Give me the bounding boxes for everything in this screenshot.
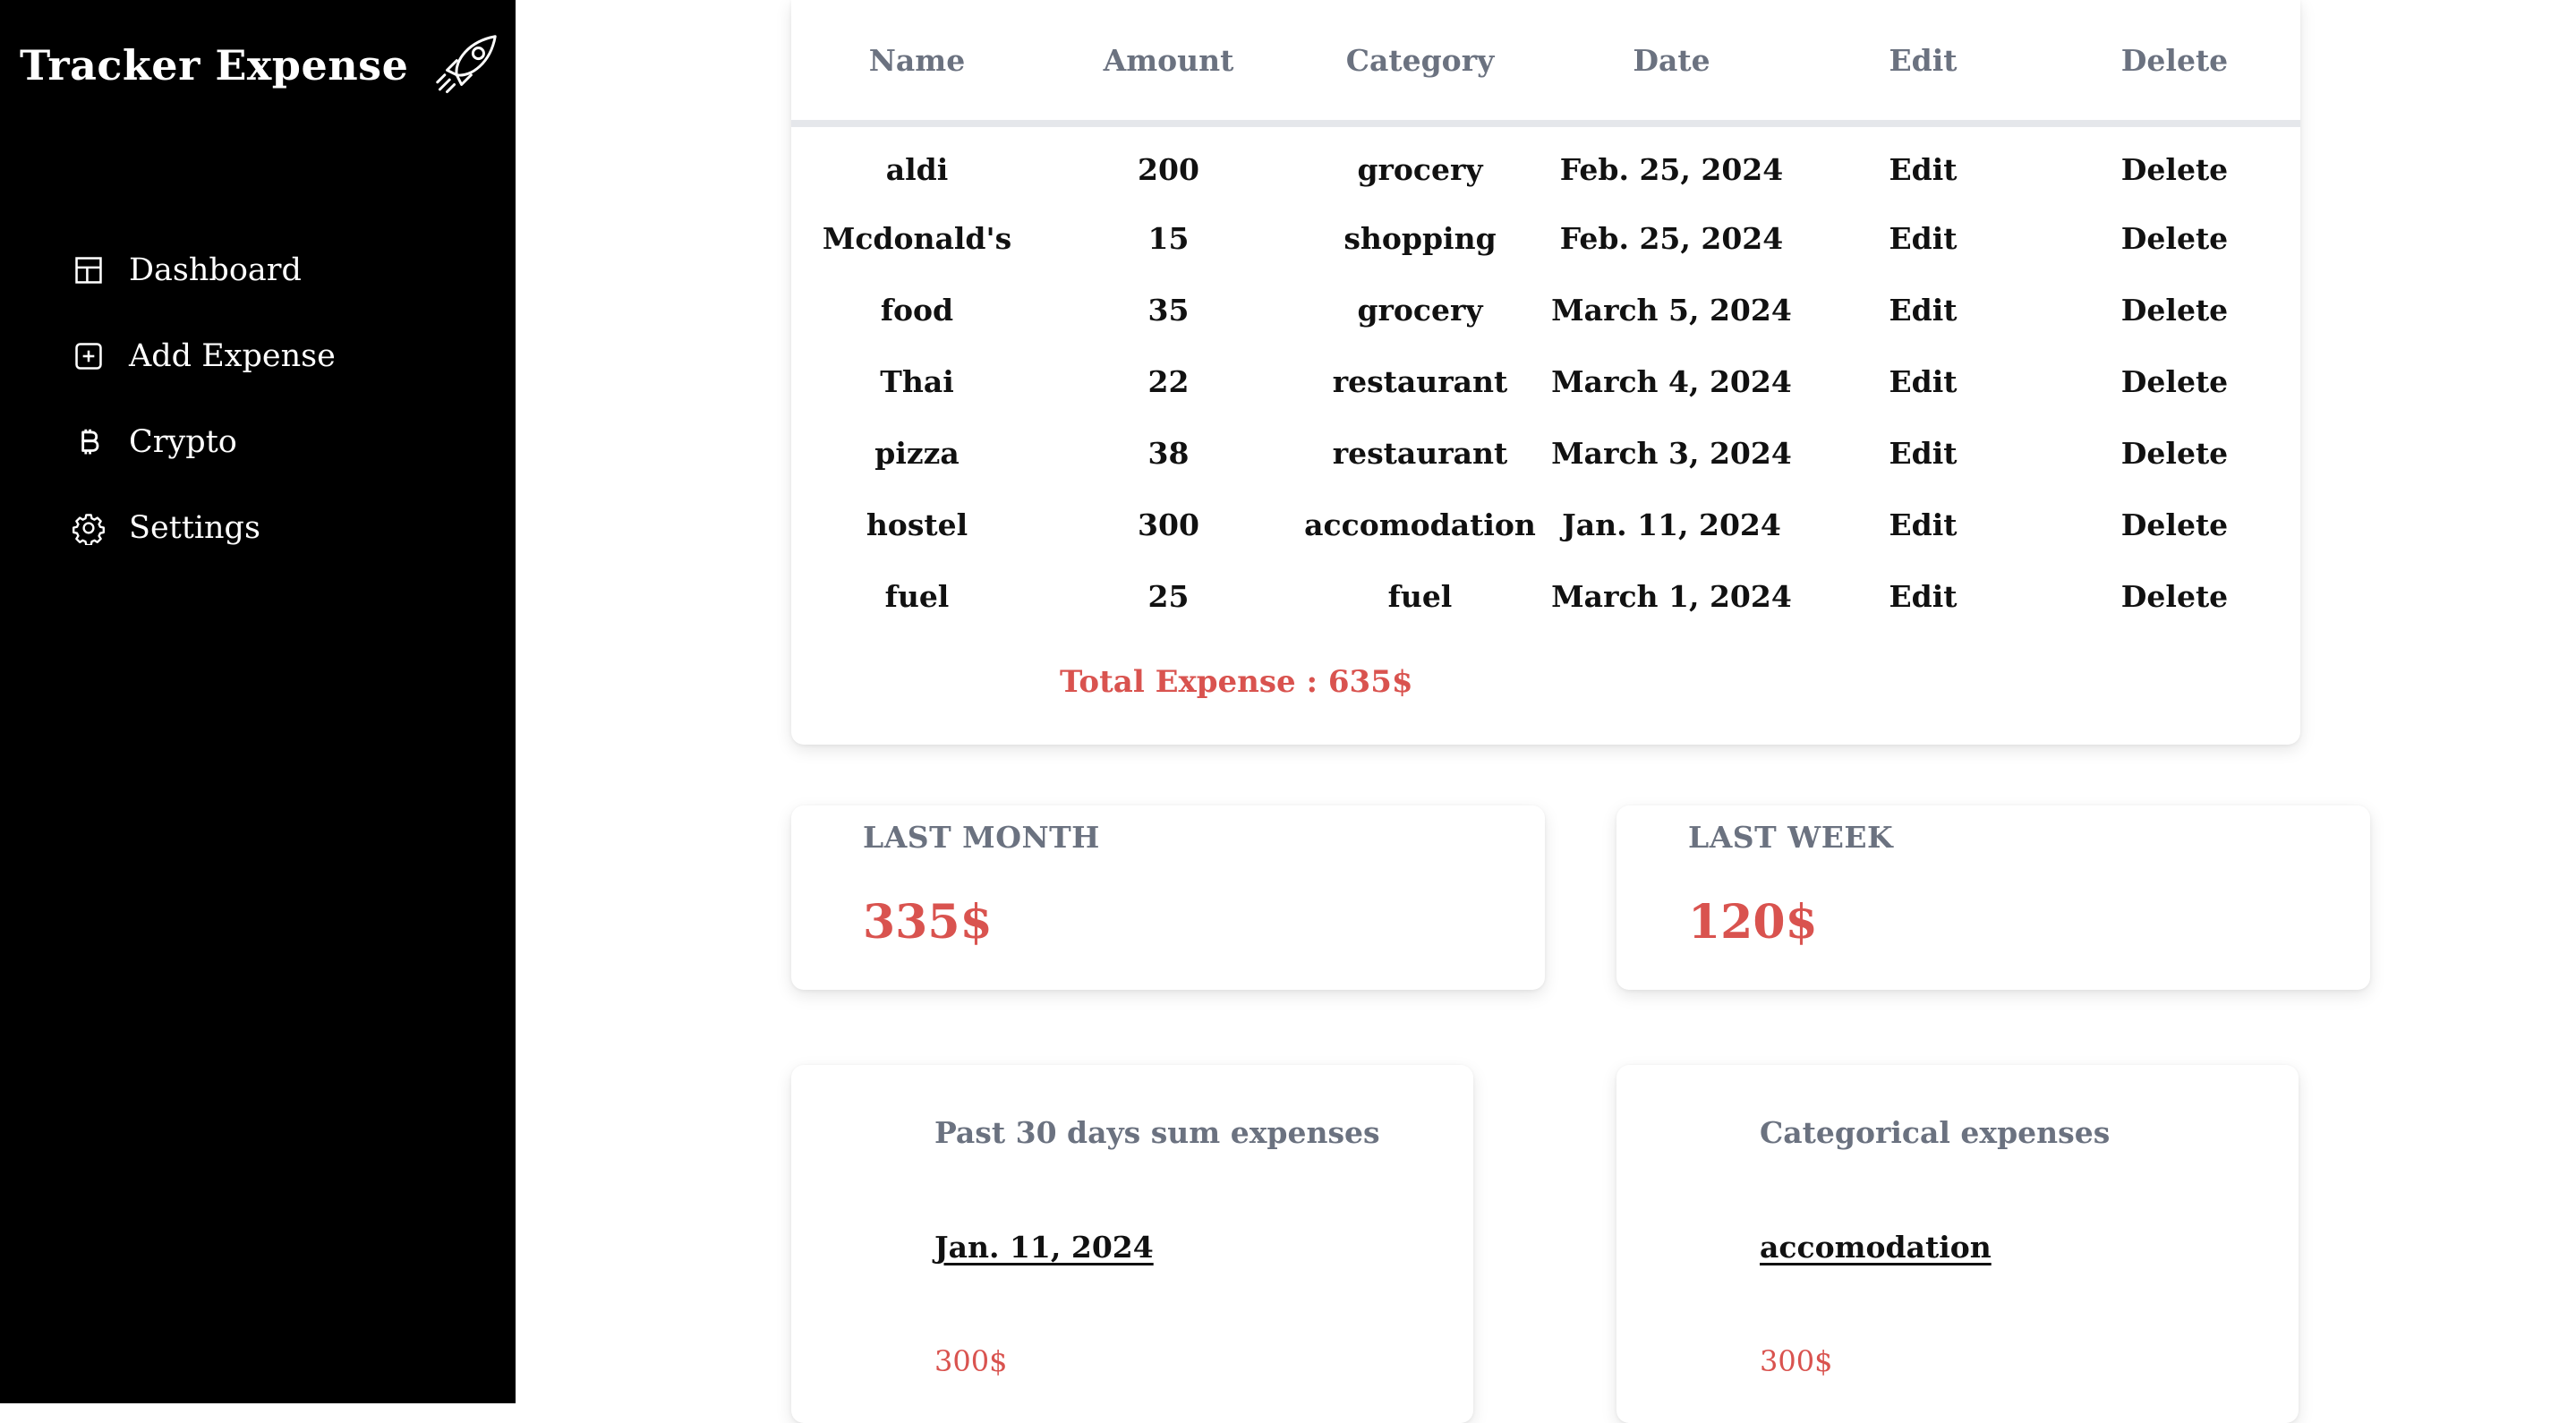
table-row: food 35 grocery March 5, 2024 Edit Delet…	[791, 274, 2300, 345]
sidebar: Tracker Expense Dashboard Add Expense Cr…	[0, 0, 516, 1403]
delete-link[interactable]: Delete	[2049, 489, 2300, 560]
brand[interactable]: Tracker Expense	[20, 27, 505, 104]
categorical-expenses-value: 300$	[1760, 1344, 1833, 1378]
edit-link[interactable]: Edit	[1797, 202, 2049, 274]
last-month-label: LAST MONTH	[863, 820, 1100, 855]
categorical-expenses-title: Categorical expenses	[1760, 1115, 2111, 1150]
cell-date: March 1, 2024	[1551, 578, 1792, 614]
table-header-row: Name Amount Category Date Edit Delete	[791, 0, 2300, 127]
sidebar-item-label: Add Expense	[129, 338, 336, 374]
expenses-table: Name Amount Category Date Edit Delete al…	[791, 0, 2300, 632]
table-row: Mcdonald's 15 shopping Feb. 25, 2024 Edi…	[791, 202, 2300, 274]
last-month-value: 335$	[863, 895, 993, 950]
cell-date: Feb. 25, 2024	[1559, 151, 1784, 187]
cell-category: grocery	[1357, 151, 1483, 187]
cell-category: fuel	[1387, 578, 1453, 614]
past-30-days-title: Past 30 days sum expenses	[934, 1115, 1380, 1150]
cell-category: restaurant	[1332, 363, 1508, 399]
cell-date: March 4, 2024	[1551, 363, 1792, 399]
cell-date: March 3, 2024	[1551, 435, 1792, 471]
cell-category: shopping	[1343, 220, 1497, 256]
total-expense: Total Expense : 635$	[1060, 664, 1413, 700]
sidebar-item-dashboard[interactable]: Dashboard	[72, 246, 336, 294]
main-content: Name Amount Category Date Edit Delete al…	[516, 0, 2576, 1423]
cell-category: grocery	[1357, 292, 1483, 328]
column-header-delete: Delete	[2049, 0, 2300, 127]
app-title: Tracker Expense	[20, 41, 409, 89]
table-row: aldi 200 grocery Feb. 25, 2024 Edit Dele…	[791, 124, 2300, 202]
bitcoin-icon	[72, 425, 106, 459]
edit-link[interactable]: Edit	[1797, 345, 2049, 417]
cell-amount: 25	[1147, 578, 1190, 614]
plus-square-icon	[72, 339, 106, 373]
last-week-value: 120$	[1688, 895, 1818, 950]
sidebar-item-label: Settings	[129, 510, 260, 546]
edit-link[interactable]: Edit	[1797, 124, 2049, 202]
sidebar-item-label: Dashboard	[129, 252, 302, 288]
cell-name: Thai	[880, 363, 954, 399]
edit-link[interactable]: Edit	[1797, 560, 2049, 632]
delete-link[interactable]: Delete	[2049, 417, 2300, 489]
column-header-category: Category	[1294, 0, 1546, 127]
past-30-days-date-link[interactable]: Jan. 11, 2024	[934, 1230, 1154, 1265]
table-row: Thai 22 restaurant March 4, 2024 Edit De…	[791, 345, 2300, 417]
cell-amount: 22	[1147, 363, 1190, 399]
cell-date: Feb. 25, 2024	[1559, 220, 1784, 256]
rocket-icon	[428, 27, 505, 104]
table-row: hostel 300 accomodation Jan. 11, 2024 Ed…	[791, 489, 2300, 560]
column-header-amount: Amount	[1043, 0, 1294, 127]
cell-amount: 200	[1138, 151, 1199, 187]
cell-date: March 5, 2024	[1551, 292, 1792, 328]
delete-link[interactable]: Delete	[2049, 560, 2300, 632]
sidebar-item-settings[interactable]: Settings	[72, 504, 336, 552]
past-30-days-value: 300$	[934, 1344, 1008, 1378]
cell-category: restaurant	[1332, 435, 1508, 471]
cell-amount: 300	[1138, 507, 1199, 542]
cell-name: fuel	[884, 578, 950, 614]
categorical-expenses-category-link[interactable]: accomodation	[1760, 1230, 1992, 1265]
gear-icon	[72, 511, 106, 545]
last-week-label: LAST WEEK	[1688, 820, 1894, 855]
past-30-days-card: Past 30 days sum expenses Jan. 11, 2024 …	[791, 1065, 1473, 1423]
column-header-name: Name	[791, 0, 1043, 127]
last-week-card: LAST WEEK 120$	[1616, 805, 2370, 990]
cell-name: hostel	[866, 507, 968, 542]
delete-link[interactable]: Delete	[2049, 345, 2300, 417]
table-row: fuel 25 fuel March 1, 2024 Edit Delete	[791, 560, 2300, 632]
table-row: pizza 38 restaurant March 3, 2024 Edit D…	[791, 417, 2300, 489]
cell-amount: 15	[1147, 220, 1190, 256]
edit-link[interactable]: Edit	[1797, 274, 2049, 345]
delete-link[interactable]: Delete	[2049, 124, 2300, 202]
cell-category: accomodation	[1304, 507, 1536, 542]
last-month-card: LAST MONTH 335$	[791, 805, 1545, 990]
delete-link[interactable]: Delete	[2049, 274, 2300, 345]
cell-name: food	[880, 292, 954, 328]
delete-link[interactable]: Delete	[2049, 202, 2300, 274]
column-header-date: Date	[1546, 0, 1797, 127]
cell-amount: 35	[1147, 292, 1190, 328]
sidebar-nav: Dashboard Add Expense Crypto Settings	[72, 246, 336, 552]
sidebar-item-add-expense[interactable]: Add Expense	[72, 332, 336, 380]
expenses-table-card: Name Amount Category Date Edit Delete al…	[791, 0, 2300, 745]
sidebar-item-crypto[interactable]: Crypto	[72, 418, 336, 466]
column-header-edit: Edit	[1797, 0, 2049, 127]
cell-name: Mcdonald's	[822, 220, 1012, 256]
cell-name: aldi	[885, 151, 949, 187]
layout-grid-icon	[72, 253, 106, 287]
cell-date: Jan. 11, 2024	[1562, 507, 1781, 542]
sidebar-item-label: Crypto	[129, 424, 237, 460]
cell-amount: 38	[1147, 435, 1190, 471]
edit-link[interactable]: Edit	[1797, 417, 2049, 489]
categorical-expenses-card: Categorical expenses accomodation 300$	[1616, 1065, 2299, 1423]
cell-name: pizza	[874, 435, 960, 471]
edit-link[interactable]: Edit	[1797, 489, 2049, 560]
